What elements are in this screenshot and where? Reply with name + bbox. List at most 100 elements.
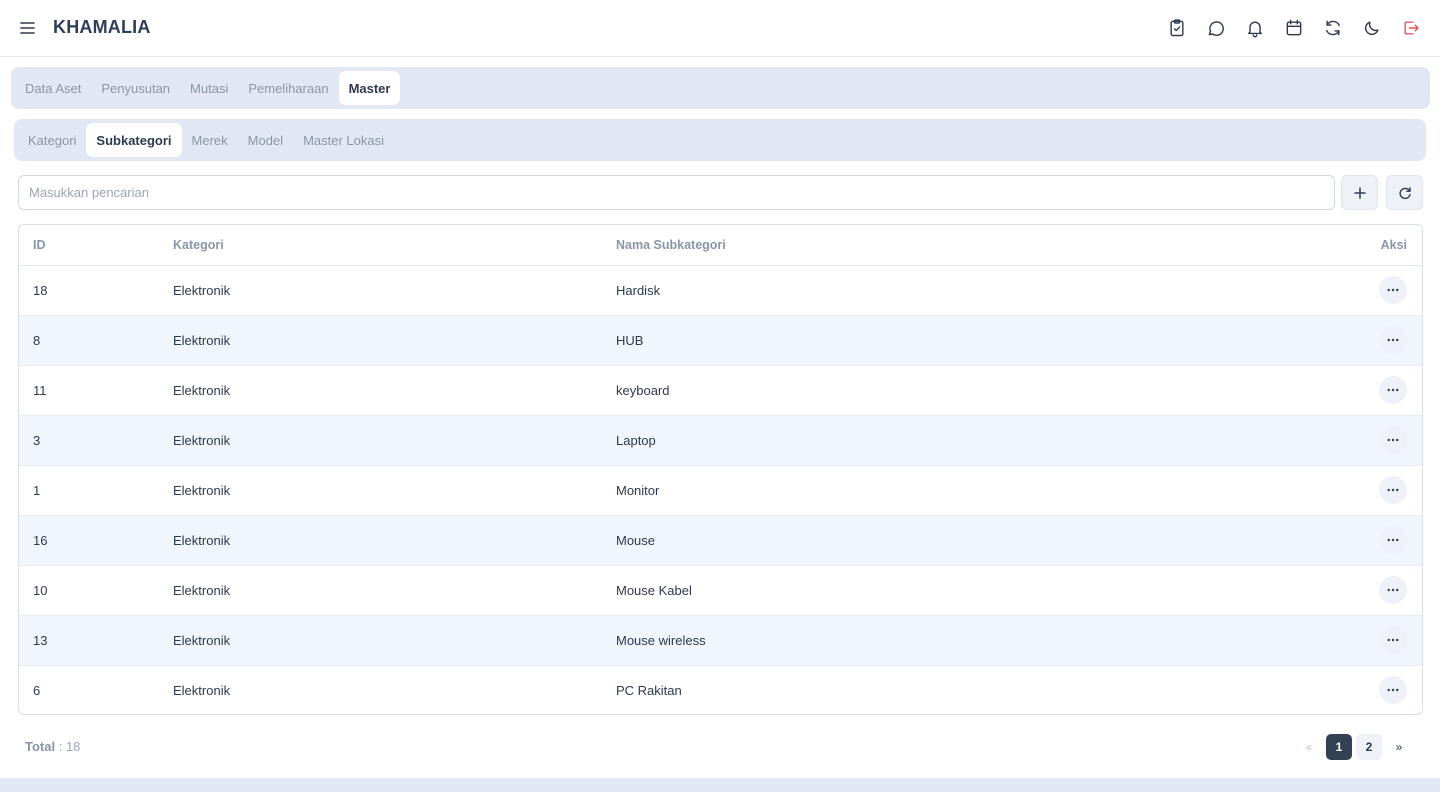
cell-kategori: Elektronik (173, 682, 231, 698)
cell-id: 1 (19, 465, 173, 516)
app-title: KHAMALIA (53, 17, 151, 37)
table-row[interactable]: 3 Elektronik Laptop (19, 415, 1422, 466)
subtab-master-lokasi[interactable]: Master Lokasi (293, 123, 394, 157)
table-row[interactable]: 16 Elektronik Mouse (19, 515, 1422, 566)
next-page-button[interactable]: » (1386, 734, 1412, 760)
cell-nama-subkategori: PC Rakitan (616, 682, 682, 698)
prev-page-button[interactable]: « (1296, 734, 1322, 760)
more-horizontal-icon (1387, 638, 1399, 642)
subkategori-table: ID Kategori Nama Subkategori Aksi 18 Elek… (18, 224, 1423, 715)
cell-nama-subkategori: Mouse wireless (616, 615, 1342, 666)
chat-icon[interactable] (1196, 16, 1235, 40)
subtab-model[interactable]: Model (238, 123, 293, 157)
row-actions-button[interactable] (1379, 626, 1407, 654)
header-kategori[interactable]: Kategori (173, 225, 616, 266)
cell-aksi (1342, 565, 1422, 616)
cell-aksi (1342, 665, 1422, 714)
logout-icon[interactable] (1391, 16, 1430, 40)
cell-nama-subkategori: Monitor (616, 465, 1342, 516)
top-icon-group (1157, 16, 1430, 40)
cell-aksi (1342, 365, 1422, 416)
main-tabs: Data Aset Penyusutan Mutasi Pemeliharaan… (11, 67, 1430, 109)
plus-icon (1353, 186, 1366, 199)
top-bar: KHAMALIA (0, 0, 1440, 57)
tab-penyusutan[interactable]: Penyusutan (91, 71, 180, 105)
row-actions-button[interactable] (1379, 426, 1407, 454)
cell-id: 16 (19, 515, 173, 566)
pagination: « 1 2 » (1296, 734, 1412, 760)
cell-aksi (1342, 415, 1422, 466)
table-row[interactable]: 11 Elektronik keyboard (19, 365, 1422, 416)
calendar-icon[interactable] (1274, 16, 1313, 40)
cell-id: 10 (19, 565, 173, 616)
cell-aksi (1342, 465, 1422, 516)
row-actions-button[interactable] (1379, 526, 1407, 554)
table-header-row: ID Kategori Nama Subkategori Aksi (19, 225, 1422, 266)
bottom-strip (0, 778, 1440, 792)
total-label: Total (25, 739, 56, 754)
more-horizontal-icon (1387, 689, 1399, 692)
more-horizontal-icon (1387, 338, 1399, 342)
more-horizontal-icon (1387, 388, 1399, 392)
cell-nama-subkategori: Hardisk (616, 265, 1342, 316)
cell-kategori: Elektronik (173, 415, 616, 466)
cell-aksi (1342, 515, 1422, 566)
subtab-kategori[interactable]: Kategori (18, 123, 86, 157)
cell-aksi (1342, 315, 1422, 366)
cell-id: 11 (19, 365, 173, 416)
table-row[interactable]: 1 Elektronik Monitor (19, 465, 1422, 516)
row-actions-button[interactable] (1379, 276, 1407, 304)
tab-pemeliharaan[interactable]: Pemeliharaan (238, 71, 338, 105)
total-value: : 18 (58, 739, 81, 754)
cell-nama-subkategori: HUB (616, 315, 1342, 366)
row-actions-button[interactable] (1379, 326, 1407, 354)
refresh-icon[interactable] (1313, 16, 1352, 40)
table-row[interactable]: 18 Elektronik Hardisk (19, 265, 1422, 316)
cell-id: 3 (19, 415, 173, 466)
total-count: Total : 18 (25, 739, 80, 754)
header-nama-subkategori[interactable]: Nama Subkategori (616, 225, 1342, 266)
cell-id: 18 (19, 265, 173, 316)
subtab-merek[interactable]: Merek (182, 123, 238, 157)
more-horizontal-icon (1387, 488, 1399, 492)
header-id[interactable]: ID (19, 225, 173, 266)
table-row[interactable]: 13 Elektronik Mouse wireless (19, 615, 1422, 666)
cell-kategori: Elektronik (173, 465, 616, 516)
cell-kategori: Elektronik (173, 515, 616, 566)
table-row[interactable]: 6 Elektronik PC Rakitan (19, 665, 1422, 714)
reload-button[interactable] (1386, 175, 1423, 210)
row-actions-button[interactable] (1379, 476, 1407, 504)
more-horizontal-icon (1387, 288, 1399, 292)
tab-master[interactable]: Master (338, 71, 401, 105)
cell-kategori: Elektronik (173, 315, 616, 366)
cell-aksi (1342, 265, 1422, 316)
cell-id: 6 (33, 682, 41, 698)
cell-kategori: Elektronik (173, 565, 616, 616)
moon-icon[interactable] (1352, 16, 1391, 40)
row-actions-button[interactable] (1379, 576, 1407, 604)
cell-id: 13 (19, 615, 173, 666)
subtab-subkategori[interactable]: Subkategori (86, 123, 182, 157)
row-actions-button[interactable] (1379, 376, 1407, 404)
bell-icon[interactable] (1235, 16, 1274, 40)
clipboard-check-icon[interactable] (1157, 16, 1196, 40)
tab-mutasi[interactable]: Mutasi (180, 71, 238, 105)
cell-nama-subkategori: Mouse Kabel (616, 565, 1342, 616)
sub-tabs: Kategori Subkategori Merek Model Master … (14, 119, 1426, 161)
table-row[interactable]: 10 Elektronik Mouse Kabel (19, 565, 1422, 616)
cell-nama-subkategori: Laptop (616, 415, 1342, 466)
menu-icon[interactable] (19, 20, 37, 36)
add-button[interactable] (1341, 175, 1378, 210)
row-actions-button[interactable] (1379, 676, 1407, 705)
tab-data-aset[interactable]: Data Aset (15, 71, 91, 105)
cell-nama-subkategori: Mouse (616, 515, 1342, 566)
reload-icon (1398, 186, 1411, 199)
search-input[interactable] (18, 175, 1335, 210)
cell-id: 8 (19, 315, 173, 366)
table-row[interactable]: 8 Elektronik HUB (19, 315, 1422, 366)
page-1-button[interactable]: 1 (1326, 734, 1352, 760)
page-2-button[interactable]: 2 (1356, 734, 1382, 760)
header-aksi: Aksi (1342, 225, 1422, 266)
cell-kategori: Elektronik (173, 265, 616, 316)
cell-aksi (1342, 615, 1422, 666)
